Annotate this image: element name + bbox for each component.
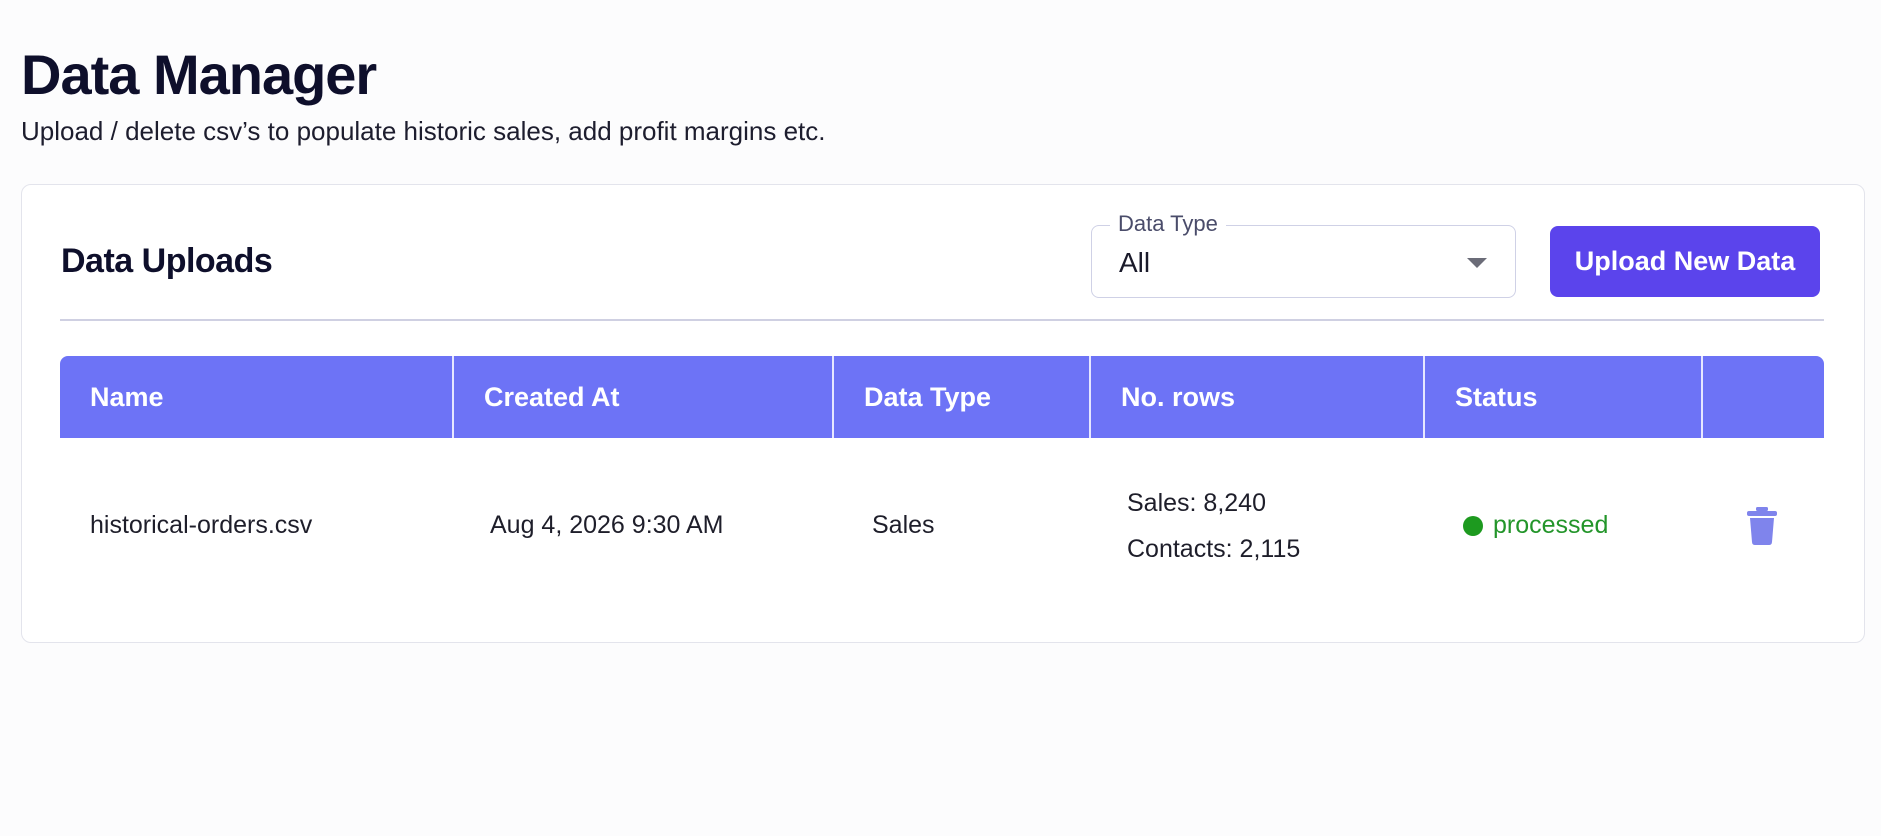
cell-created-at: Aug 4, 2026 9:30 AM	[490, 511, 724, 539]
trash-icon[interactable]	[1747, 506, 1777, 545]
column-header-no-rows[interactable]: No. rows	[1091, 356, 1425, 438]
table-header: Name Created At Data Type No. rows Statu…	[60, 356, 1824, 438]
caret-down-icon[interactable]	[1467, 258, 1487, 268]
data-type-select-label: Data Type	[1110, 210, 1226, 238]
uploads-table: Name Created At Data Type No. rows Statu…	[60, 356, 1824, 613]
data-type-select-value: All	[1119, 247, 1151, 278]
column-header-created-at[interactable]: Created At	[454, 356, 834, 438]
divider	[60, 319, 1824, 321]
page-subtitle: Upload / delete csv’s to populate histor…	[21, 116, 826, 146]
status-badge: processed	[1493, 511, 1609, 539]
status-dot-icon	[1463, 515, 1483, 536]
cell-status: processed	[1425, 438, 1703, 613]
upload-new-data-button[interactable]: Upload New Data	[1550, 226, 1820, 297]
column-header-status[interactable]: Status	[1425, 356, 1703, 438]
table-row[interactable]: historical-orders.csv Aug 4, 2026 9:30 A…	[60, 438, 1824, 613]
cell-no-rows: Sales: 8,240 Contacts: 2,115	[1091, 438, 1425, 613]
data-type-select[interactable]: Data Type All	[1091, 210, 1516, 298]
cell-data-type: Sales	[872, 511, 935, 539]
page-title: Data Manager	[21, 43, 377, 106]
column-header-name[interactable]: Name	[60, 356, 454, 438]
cell-name: historical-orders.csv	[90, 511, 313, 539]
column-header-data-type[interactable]: Data Type	[834, 356, 1091, 438]
card-title: Data Uploads	[61, 242, 273, 280]
rows-contacts-count: Contacts: 2,115	[1127, 534, 1301, 563]
cell-actions	[1703, 438, 1824, 613]
column-header-actions	[1703, 356, 1824, 438]
data-uploads-card: Data Uploads Data Type All Upload New Da…	[21, 184, 1865, 643]
page: Data Manager Upload / delete csv’s to po…	[0, 0, 1881, 836]
rows-sales-count: Sales: 8,240	[1127, 488, 1266, 517]
